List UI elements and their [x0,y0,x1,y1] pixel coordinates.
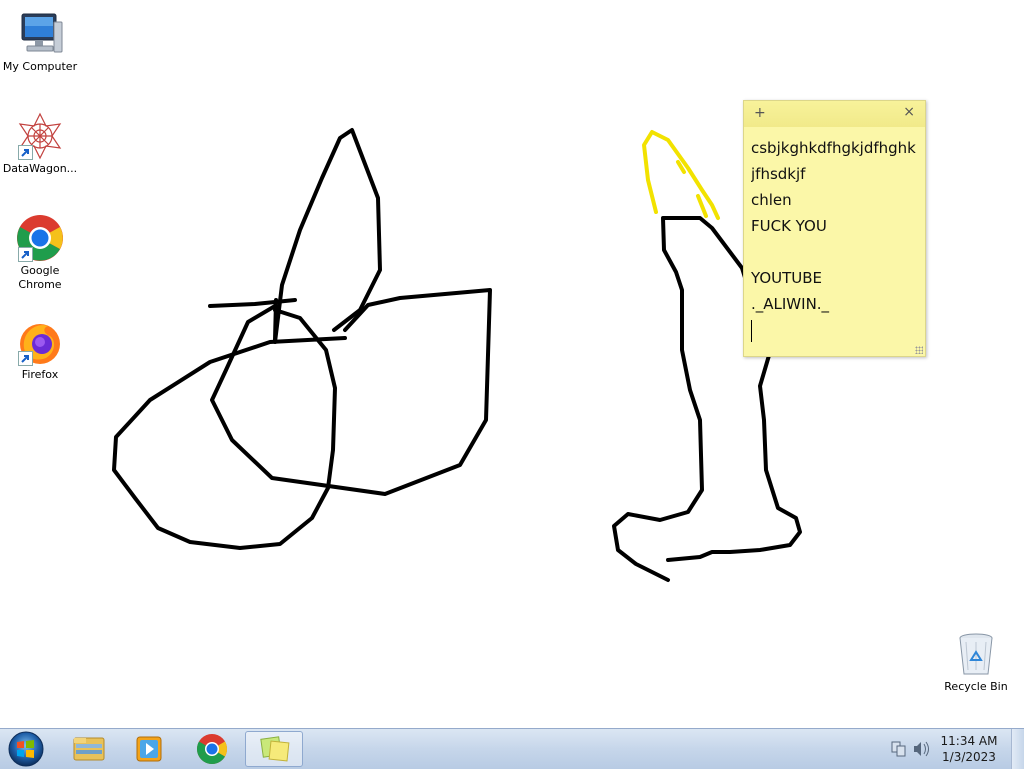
taskbar-media-player-button[interactable] [120,731,178,767]
shortcut-arrow-icon [18,145,33,160]
taskbar-chrome-button[interactable] [183,731,241,767]
datawagon-icon [16,112,64,160]
note-line: YOUTUBE [751,269,823,287]
note-line: chlen [751,191,792,209]
network-icon[interactable] [891,741,906,757]
note-line: ._ALIWIN._ [751,295,830,313]
close-note-button[interactable]: × [903,104,915,120]
taskbar-explorer-button[interactable] [60,731,118,767]
start-button[interactable] [4,730,44,768]
sticky-note-header[interactable]: + × [744,101,925,127]
desktop-icon-datawagon[interactable]: DataWagon... [0,112,80,176]
folder-icon [73,737,105,761]
desktop-icon-label: My Computer [2,60,78,73]
text-caret [751,319,752,342]
desktop-icon-firefox[interactable]: Firefox [0,318,80,382]
sticky-note-text[interactable]: csbjkghkdfhgkjdfhghk jfhsdkjf chlen FUCK… [744,127,925,343]
volume-icon[interactable] [914,741,929,757]
show-desktop-button[interactable] [1011,729,1024,769]
note-line-caret [751,317,918,343]
computer-icon [16,10,64,58]
desktop-icon-label: Recycle Bin [944,680,1008,693]
shortcut-arrow-icon [18,247,33,262]
clock-date: 1/3/2023 [942,750,996,764]
note-line: FUCK YOU [751,217,827,235]
chrome-icon [196,734,228,765]
resize-grip-icon[interactable] [915,346,923,354]
desktop-icon-recycle-bin[interactable]: Recycle Bin [936,630,1016,694]
shortcut-arrow-icon [18,351,33,366]
desktop-icon-label: Firefox [21,368,59,381]
drawn-stroke [112,308,347,550]
windows-logo-icon [8,731,44,767]
drawn-stroke [210,288,492,496]
sticky-notes-icon [260,736,290,762]
clock-time: 11:34 AM [940,734,998,748]
note-line: csbjkghkdfhgkjdfhghk [751,139,916,157]
chrome-icon [16,214,64,262]
clock[interactable]: 11:34 AM 1/3/2023 [934,733,1004,765]
note-line: jfhsdkjf [751,165,806,183]
desktop-icon-label: DataWagon... [2,162,78,175]
drawn-flame-stroke [642,130,720,220]
system-tray [886,729,936,769]
desktop-icon-google-chrome[interactable]: Google Chrome [0,214,80,292]
taskbar-sticky-notes-button[interactable] [245,731,303,767]
desktop-icon-my-computer[interactable]: My Computer [0,10,80,74]
note-line [751,239,918,265]
sticky-note[interactable]: + × csbjkghkdfhgkjdfhghk jfhsdkjf chlen … [743,100,926,357]
taskbar: 11:34 AM 1/3/2023 [0,728,1024,769]
desktop-icon-label: Google Chrome [18,264,62,291]
desktop[interactable]: My Computer DataWagon... Google Chrome F… [0,0,1024,728]
firefox-icon [16,318,64,366]
add-note-button[interactable]: + [754,105,766,121]
media-player-icon [136,736,162,762]
recycle-bin-icon [952,630,1000,678]
